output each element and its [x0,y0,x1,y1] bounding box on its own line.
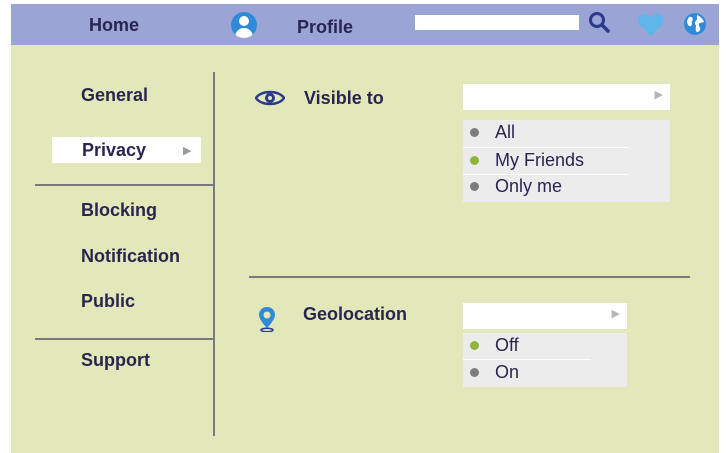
user-avatar-icon[interactable] [231,12,257,38]
geolocation-option-on[interactable]: On [463,360,627,386]
option-label: On [495,362,520,382]
chevron-right-icon: ▶ [654,89,663,101]
sidebar-divider [35,338,213,340]
search-icon[interactable] [587,10,611,34]
sidebar-item-public[interactable]: Public [81,291,135,312]
sidebar-item-label: Privacy [82,140,147,160]
sidebar-item-privacy[interactable]: Privacy ▶ [52,137,201,163]
top-navigation-bar: Home Profile [11,4,719,45]
sidebar-item-notification[interactable]: Notification [81,246,180,267]
geolocation-options: Off On [463,333,627,387]
sidebar-vertical-divider [213,72,215,436]
option-label: All [495,122,516,142]
chevron-right-icon: ▶ [611,308,620,320]
visible-to-title: Visible to [304,88,384,108]
section-divider [249,276,690,278]
visible-to-dropdown[interactable]: ▶ [463,84,670,110]
nav-home-link[interactable]: Home [89,15,139,36]
visible-to-options: All My Friends Only me [463,120,670,202]
sidebar-item-support[interactable]: Support [81,350,150,371]
search-input[interactable] [415,15,579,30]
settings-window: Home Profile General Privacy ▶ Blocking … [11,4,719,453]
radio-dot-icon [470,368,479,377]
radio-dot-selected-icon [470,341,479,350]
sidebar-item-general[interactable]: General [81,85,148,106]
visible-to-option-all[interactable]: All [463,120,670,146]
radio-dot-icon [470,182,479,191]
eye-icon [255,90,285,106]
chevron-right-icon: ▶ [183,145,192,157]
geolocation-title: Geolocation [303,304,408,324]
option-label: Only me [495,176,563,196]
option-label: My Friends [495,150,585,170]
geolocation-dropdown[interactable]: ▶ [463,303,627,329]
globe-icon[interactable] [683,12,707,36]
radio-dot-icon [470,128,479,137]
geolocation-option-off[interactable]: Off [463,333,627,359]
sidebar-divider [35,184,213,186]
location-pin-icon [259,307,275,332]
visible-to-option-only-me[interactable]: Only me [463,174,670,200]
radio-dot-selected-icon [470,156,479,165]
heart-icon[interactable] [637,13,665,37]
nav-profile-link[interactable]: Profile [297,17,353,38]
option-label: Off [495,335,519,355]
visible-to-option-my-friends[interactable]: My Friends [463,148,670,174]
sidebar-item-blocking[interactable]: Blocking [81,200,157,221]
